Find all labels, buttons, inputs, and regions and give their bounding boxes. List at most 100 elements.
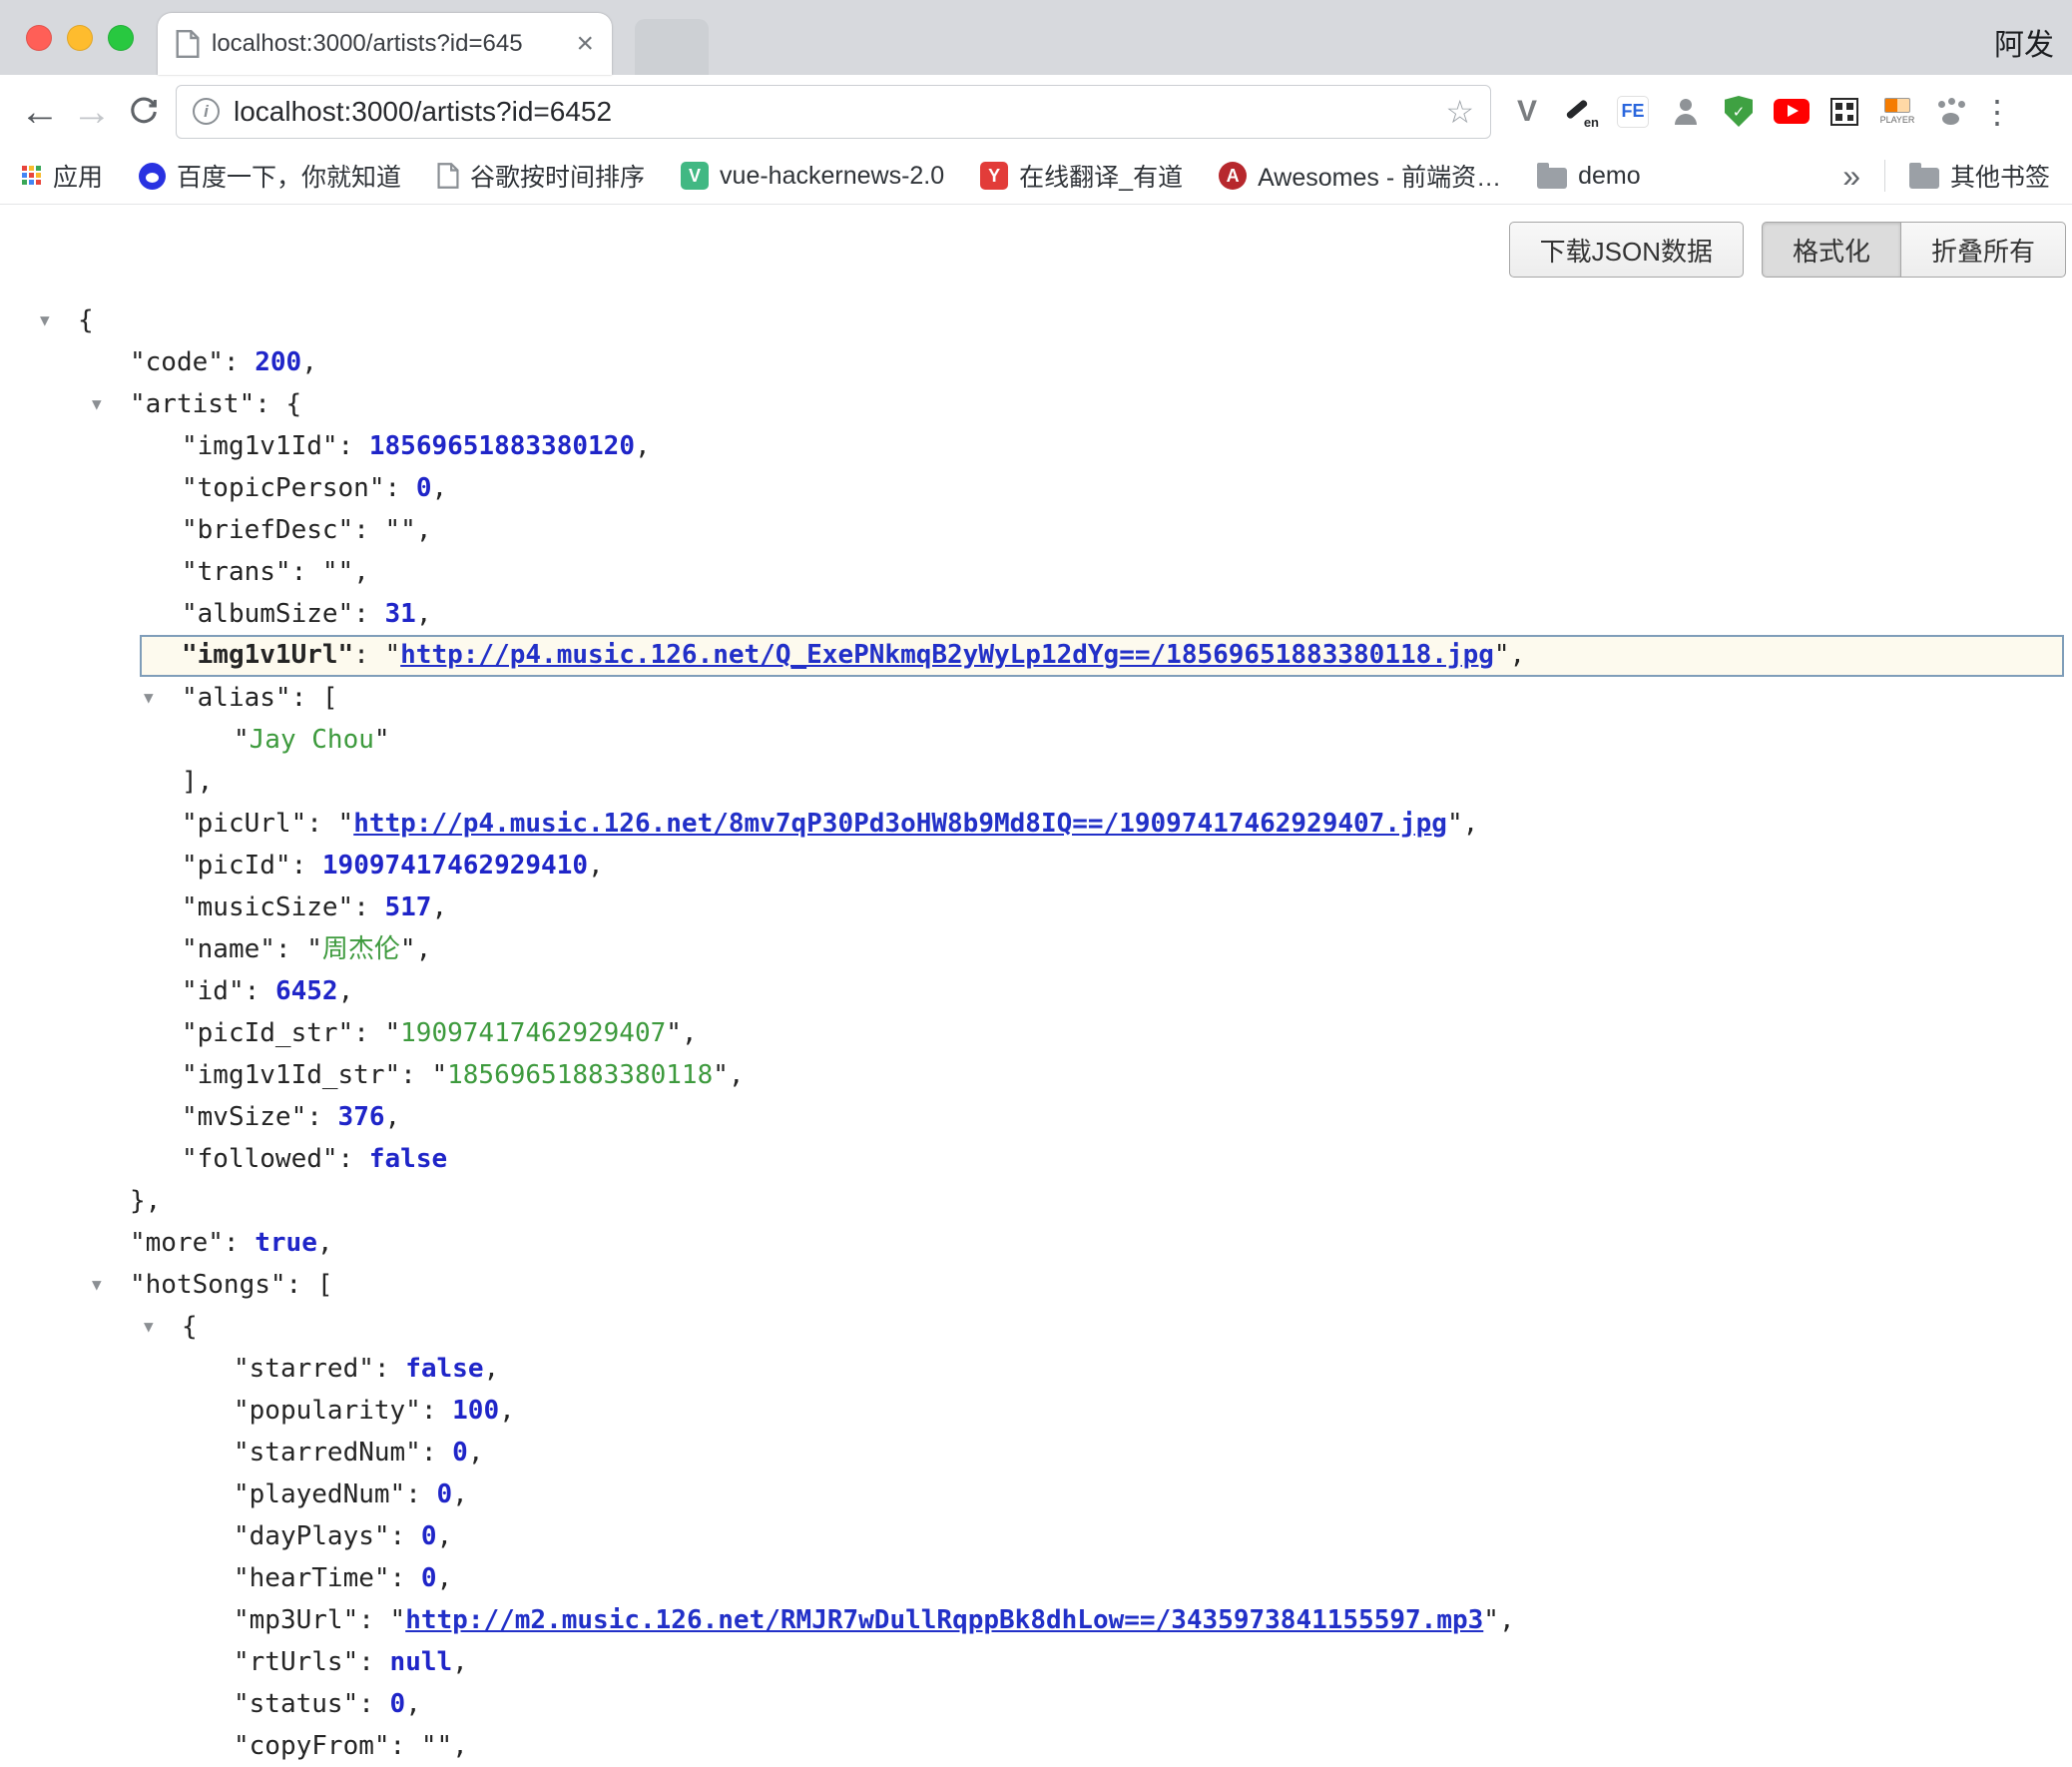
- folder-icon: [1909, 168, 1939, 189]
- json-line: ],: [0, 761, 2072, 803]
- download-json-button[interactable]: 下载JSON数据: [1509, 222, 1744, 278]
- bookmark-demo[interactable]: demo: [1537, 162, 1641, 191]
- json-token: 0: [390, 1689, 406, 1719]
- new-tab-button[interactable]: [635, 19, 709, 75]
- paw-extension-icon[interactable]: [1930, 92, 1970, 132]
- json-token: ": [421, 1731, 437, 1761]
- omnibox[interactable]: i localhost:3000/artists?id=6452 ☆: [176, 85, 1491, 139]
- format-button[interactable]: 格式化: [1762, 222, 1900, 278]
- collapse-toggle-icon[interactable]: ▼: [144, 1306, 154, 1348]
- site-info-icon[interactable]: i: [193, 98, 220, 125]
- json-token: },: [130, 1186, 161, 1216]
- json-token: 0: [452, 1438, 468, 1468]
- json-line: ▼{: [0, 299, 2072, 341]
- bookmark-baidu[interactable]: 百度一下，你就知道: [139, 158, 401, 194]
- json-token: :: [338, 431, 369, 461]
- json-token: "picId_str": [182, 1018, 353, 1048]
- json-token: "briefDesc": [182, 515, 353, 545]
- json-line: "popularity": 100,: [0, 1390, 2072, 1432]
- json-url-link[interactable]: http://m2.music.126.net/RMJR7wDullRqppBk…: [405, 1605, 1483, 1635]
- json-line: "id": 6452,: [0, 970, 2072, 1012]
- reload-button[interactable]: [118, 95, 170, 129]
- bookmarks-overflow-icon[interactable]: »: [1842, 158, 1860, 195]
- browser-menu-icon[interactable]: ⋮: [1980, 93, 2014, 131]
- json-line: "more": true,: [0, 1222, 2072, 1264]
- bookmark-youdao-translate[interactable]: Y 在线翻译_有道: [980, 158, 1183, 194]
- json-line: "status": 0,: [0, 1683, 2072, 1725]
- json-token: "name": [182, 934, 275, 964]
- json-url-link[interactable]: http://p4.music.126.net/8mv7qP30Pd3oHW8b…: [353, 809, 1447, 839]
- tab-close-icon[interactable]: ×: [576, 29, 594, 59]
- profile-name[interactable]: 阿发: [1994, 20, 2054, 64]
- json-token: {: [286, 389, 302, 419]
- json-token: :: [390, 1521, 421, 1551]
- json-token: ": [1494, 640, 1510, 670]
- translate-extension-icon[interactable]: en: [1560, 92, 1600, 132]
- json-token: [: [322, 683, 338, 713]
- collapse-all-button[interactable]: 折叠所有: [1900, 222, 2066, 278]
- collapse-toggle-icon[interactable]: ▼: [40, 299, 50, 341]
- json-token: 200: [255, 347, 301, 377]
- bookmark-apps[interactable]: 应用: [22, 158, 103, 194]
- json-line: "picUrl": "http://p4.music.126.net/8mv7q…: [0, 803, 2072, 845]
- json-token: ": [385, 515, 401, 545]
- json-token: "dayPlays": [234, 1521, 390, 1551]
- json-line: "picId": 19097417462929410,: [0, 845, 2072, 886]
- json-token: 0: [437, 1479, 453, 1509]
- view-mode-segment: 格式化 折叠所有: [1762, 222, 2066, 278]
- json-token: :: [306, 1102, 337, 1132]
- bookmark-label: 应用: [53, 158, 103, 194]
- json-token: :: [405, 1479, 436, 1509]
- tab-strip: localhost:3000/artists?id=645 × 阿发: [0, 0, 2072, 75]
- close-window-button[interactable]: [26, 25, 52, 51]
- json-token: "more": [130, 1228, 224, 1258]
- bookmark-star-icon[interactable]: ☆: [1445, 93, 1474, 131]
- json-token: ,: [416, 515, 432, 545]
- json-token: "id": [182, 976, 245, 1006]
- json-token: :: [275, 934, 306, 964]
- collapse-toggle-icon[interactable]: ▼: [144, 677, 154, 719]
- qrcode-extension-icon[interactable]: [1824, 92, 1864, 132]
- json-token: ,: [452, 1479, 468, 1509]
- back-button[interactable]: ←: [14, 92, 66, 132]
- collapse-toggle-icon[interactable]: ▼: [92, 383, 102, 425]
- json-line: "copyFrom": "",: [0, 1725, 2072, 1767]
- json-token: 18569651883380118: [447, 1060, 713, 1090]
- json-token: :: [400, 1060, 431, 1090]
- zoom-window-button[interactable]: [108, 25, 134, 51]
- json-token: "code": [130, 347, 224, 377]
- collapse-toggle-icon[interactable]: ▼: [92, 1264, 102, 1306]
- json-token: 6452: [275, 976, 338, 1006]
- shield-extension-icon[interactable]: ✓: [1719, 92, 1759, 132]
- json-line: "picId_str": "19097417462929407",: [0, 1012, 2072, 1054]
- json-token: ,: [452, 1731, 468, 1761]
- json-token: ],: [182, 767, 213, 797]
- json-line: "playedNum": 0,: [0, 1473, 2072, 1515]
- browser-tab[interactable]: localhost:3000/artists?id=645 ×: [158, 13, 612, 75]
- other-bookmarks-folder[interactable]: 其他书签: [1909, 158, 2050, 194]
- url-input[interactable]: localhost:3000/artists?id=6452: [234, 96, 1445, 128]
- json-token: :: [390, 1731, 421, 1761]
- json-line: "followed": false: [0, 1138, 2072, 1180]
- json-token: "picUrl": [182, 809, 306, 839]
- person-extension-icon[interactable]: [1666, 92, 1706, 132]
- json-url-link[interactable]: http://p4.music.126.net/Q_ExePNkmqB2yWyL…: [400, 640, 1494, 670]
- fe-extension-icon[interactable]: FE: [1613, 92, 1653, 132]
- json-line: "mp3Url": "http://m2.music.126.net/RMJR7…: [0, 1599, 2072, 1641]
- bookmark-awesomes[interactable]: A Awesomes - 前端资…: [1219, 158, 1501, 194]
- bookmark-google-sort[interactable]: 谷歌按时间排序: [437, 158, 645, 194]
- json-token: :: [353, 1018, 384, 1048]
- json-line: "dayPlays": 0,: [0, 1515, 2072, 1557]
- json-token: ,: [729, 1060, 745, 1090]
- json-token: ,: [416, 934, 432, 964]
- youtube-extension-icon[interactable]: [1772, 92, 1812, 132]
- bookmark-vue-hackernews[interactable]: V vue-hackernews-2.0: [681, 162, 944, 191]
- player-extension-icon[interactable]: PLAYER: [1877, 92, 1917, 132]
- json-token: ,: [588, 851, 604, 881]
- json-token: :: [353, 640, 384, 670]
- vimium-extension-icon[interactable]: V: [1507, 92, 1547, 132]
- json-token: ,: [483, 1354, 499, 1384]
- minimize-window-button[interactable]: [67, 25, 93, 51]
- json-token: 0: [421, 1521, 437, 1551]
- json-token: :: [353, 515, 384, 545]
